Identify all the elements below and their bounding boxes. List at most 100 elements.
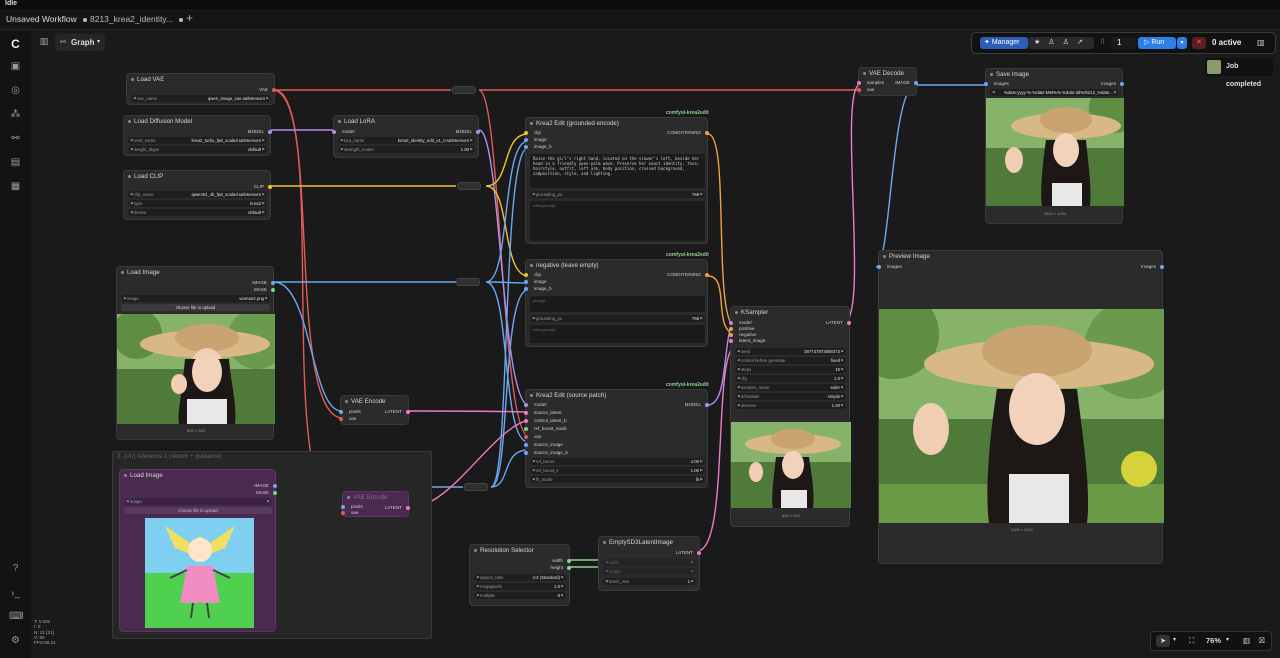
widget-lora-name[interactable]: lora_name krea2_identity_edit_v1_0.safete… — [338, 137, 475, 144]
comfy-logo-icon[interactable]: C — [9, 38, 22, 51]
widget-scheduler[interactable]: scheduler simple — [735, 393, 846, 400]
node-load-image[interactable]: Load Image IMAGE MASK image woman2.png ch… — [116, 266, 275, 440]
input-pin[interactable] — [524, 443, 528, 447]
input-pin[interactable] — [857, 88, 861, 92]
sidebar-toggle-icon[interactable]: ▥ — [1257, 37, 1265, 49]
widget-filename-prefix[interactable]: %date:yyyy-%-%date:MM%%-%date:dd%/8213_%… — [990, 89, 1119, 96]
node-load-image-sketch[interactable]: Load Image IMAGE MASK image choose file … — [119, 469, 277, 632]
input-pin[interactable] — [524, 138, 528, 142]
widget-grounding-px[interactable]: grounding_px 768 — [530, 315, 705, 322]
widget-fit-mode[interactable]: fit_mode fit — [530, 476, 705, 483]
chevron-down-icon[interactable]: ▾ — [1226, 636, 1229, 643]
upload-button[interactable]: choose file to upload — [121, 304, 270, 311]
cancel-close-icon[interactable]: ✕ — [1192, 37, 1206, 49]
input-pin[interactable] — [524, 403, 528, 407]
node-graph-canvas[interactable]: 2. (Un) reference 1 (sketch + guidance) … — [31, 30, 1280, 658]
input-pin[interactable] — [524, 131, 528, 135]
input-pin[interactable] — [524, 419, 528, 423]
extra-prompt-textarea[interactable]: extra prompt — [530, 325, 705, 343]
zoom-level[interactable]: 76% — [1206, 636, 1221, 645]
widget-image[interactable]: image — [124, 498, 272, 505]
input-pin[interactable] — [339, 417, 343, 421]
widget-steps[interactable]: steps 10 — [735, 366, 846, 373]
node-load-lora[interactable]: Load LoRA model MODEL lora_name krea2_ide… — [332, 115, 480, 158]
reroute-node[interactable] — [456, 278, 480, 286]
node-empty-sd3-latent[interactable]: EmptySD3LatentImage LATENT width height … — [598, 536, 701, 591]
images-icon[interactable]: ▣ — [9, 60, 22, 73]
input-pin[interactable] — [341, 511, 345, 515]
widget-clip-name[interactable]: clip_name qwen3vl_4b_fp8_scaled.safetenso… — [128, 191, 267, 198]
node-preview-image[interactable]: Preview Image images images 1024 × 1024 — [877, 250, 1164, 564]
output-pin[interactable] — [406, 506, 410, 510]
widget-height[interactable]: height — [603, 568, 696, 575]
input-pin[interactable] — [524, 427, 528, 431]
output-pin[interactable] — [476, 130, 480, 134]
node-load-diffusion-model[interactable]: Load Diffusion Model MODEL unet_name krea… — [123, 115, 272, 156]
widget-denoise[interactable]: denoise 1.00 — [735, 402, 846, 409]
widget-megapixels[interactable]: megapixels 1.0 — [474, 583, 566, 590]
input-pin[interactable] — [524, 411, 528, 415]
reroute-node[interactable] — [457, 182, 481, 190]
node-load-vae[interactable]: Load VAE VAE vae_name qwen_image_vae.safe… — [126, 73, 276, 105]
panel-toggle-icon[interactable]: ▥ — [38, 36, 50, 49]
input-pin[interactable] — [984, 82, 988, 86]
output-pin[interactable] — [847, 321, 851, 325]
input-pin[interactable] — [339, 410, 343, 414]
new-tab-plus-icon[interactable]: + — [186, 11, 193, 25]
widget-type[interactable]: type krea2 — [128, 200, 267, 207]
input-pin[interactable] — [729, 327, 733, 331]
alert-icon[interactable]: ♙ — [1063, 39, 1077, 46]
upload-button[interactable]: choose file to upload — [124, 507, 272, 514]
widget-unet-name[interactable]: unet_name krea2_turbo_fp8_scaled.safetens… — [128, 137, 267, 144]
input-pin[interactable] — [524, 273, 528, 277]
fit-view-icon[interactable]: ⛶ — [1189, 636, 1194, 646]
widget-image[interactable]: image woman2.png — [121, 295, 270, 302]
node-vae-decode[interactable]: VAE Decode samples vae IMAGE — [857, 67, 918, 96]
widget-seed[interactable]: seed 397747873069373 — [735, 348, 846, 355]
widget-strength-model[interactable]: strength_model 1.00 — [338, 146, 475, 153]
input-pin[interactable] — [524, 280, 528, 284]
negative-prompt-textarea[interactable]: prompt — [530, 296, 705, 312]
tab-unsaved-workflow[interactable]: Unsaved Workflow — [6, 12, 87, 26]
output-pin[interactable] — [705, 131, 709, 135]
widget-control-before-generate[interactable]: control before generate fixed — [735, 357, 846, 364]
output-pin[interactable] — [1120, 82, 1124, 86]
input-pin[interactable] — [729, 321, 733, 325]
widget-batch-size[interactable]: batch_size 1 — [603, 578, 696, 585]
widget-sampler-name[interactable]: sampler_name euler — [735, 384, 846, 391]
node-negative[interactable]: negative (leave empty) clip image image_… — [524, 259, 709, 347]
input-pin[interactable] — [524, 145, 528, 149]
link-visibility-icon[interactable]: ⛝ — [1259, 636, 1265, 646]
output-pin[interactable] — [705, 403, 709, 407]
output-pin[interactable] — [914, 81, 918, 85]
output-pin[interactable] — [697, 551, 701, 555]
input-pin[interactable] — [332, 130, 336, 134]
chevron-down-icon[interactable]: ▾ — [1173, 636, 1176, 643]
node-krea2-grounded-encode[interactable]: Krea2 Edit (grounded encode) clip image … — [524, 117, 709, 244]
widget-ref-boost[interactable]: ref_boost 4.00 — [530, 458, 705, 465]
input-pin[interactable] — [877, 265, 881, 269]
share-icon[interactable]: ↗ — [1077, 39, 1091, 46]
output-pin[interactable] — [268, 130, 272, 134]
settings-gear-icon[interactable]: ⚙ — [9, 634, 22, 647]
input-pin[interactable] — [729, 339, 733, 343]
widget-ref-boost-e[interactable]: ref_boost_e 1.00 — [530, 467, 705, 474]
input-pin[interactable] — [341, 505, 345, 509]
output-pin[interactable] — [705, 273, 709, 277]
output-pin[interactable] — [273, 491, 277, 495]
widget-device[interactable]: device default — [128, 209, 267, 216]
widget-aspect-ratio[interactable]: aspect_ratio 4:3 (Standard) — [474, 574, 566, 581]
output-pin[interactable] — [567, 559, 571, 563]
input-pin[interactable] — [524, 451, 528, 455]
terminal-icon[interactable]: ›_ — [9, 587, 22, 600]
node-load-clip[interactable]: Load CLIP CLIP clip_name qwen3vl_4b_fp8_s… — [123, 170, 272, 220]
output-pin[interactable] — [273, 484, 277, 488]
node-resolution-selector[interactable]: Resolution Selector width height aspect_… — [469, 544, 571, 606]
drag-handle-icon[interactable]: ⠿ — [1100, 38, 1105, 46]
active-jobs-label[interactable]: 0 active — [1212, 37, 1241, 49]
node-krea2-source-patch[interactable]: Krea2 Edit (source patch) model source_l… — [524, 389, 709, 488]
models-icon[interactable]: ◎ — [9, 84, 22, 97]
keyboard-icon[interactable]: ⌨ — [9, 610, 23, 623]
widget-grounding-px[interactable]: grounding_px 768 — [530, 191, 705, 198]
input-pin[interactable] — [524, 435, 528, 439]
